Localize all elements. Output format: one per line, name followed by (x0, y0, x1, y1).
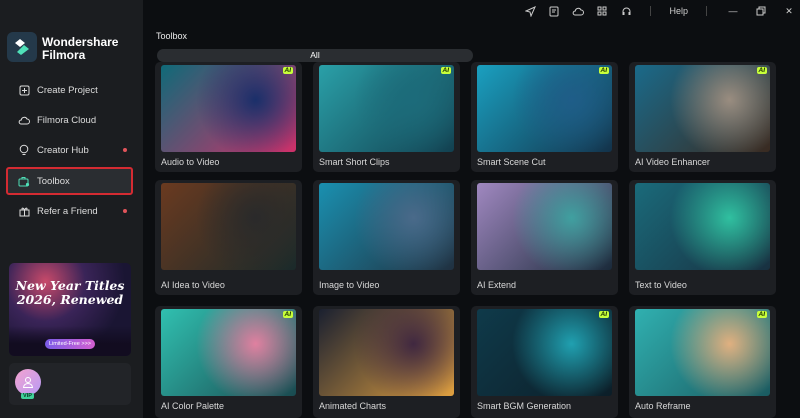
filmora-logo-icon (7, 32, 37, 62)
tool-card[interactable]: AI Smart Scene Cut (471, 62, 618, 172)
brand-line2: Filmora (42, 48, 86, 62)
tool-label: AI Video Enhancer (635, 157, 710, 167)
sidebar-item-create-project[interactable]: Create Project (6, 76, 133, 104)
tool-card[interactable]: AI AI Video Enhancer (629, 62, 776, 172)
tool-thumbnail: AI (319, 65, 454, 152)
tool-card[interactable]: AI Extend (471, 180, 618, 295)
sidebar-item-filmora-cloud[interactable]: Filmora Cloud (6, 106, 133, 134)
tool-label: Auto Reframe (635, 401, 691, 411)
sidebar-item-creator-hub[interactable]: Creator Hub (6, 136, 133, 164)
tool-thumbnail (635, 183, 770, 270)
sidebar-item-label: Filmora Cloud (37, 114, 97, 126)
sidebar-item-toolbox[interactable]: Toolbox (6, 167, 133, 195)
send-icon[interactable] (523, 4, 537, 18)
tool-card[interactable]: AI Smart Short Clips (313, 62, 460, 172)
sidebar-item-label: Creator Hub (37, 144, 89, 156)
tool-thumbnail (161, 183, 296, 270)
promo-title: New Year Titles 2026, Renewed (9, 279, 131, 307)
brand-name: Wondershare Filmora (42, 36, 118, 62)
tool-label: Animated Charts (319, 401, 387, 411)
tool-label: Text to Video (635, 280, 687, 290)
tool-card[interactable]: Text to Video (629, 180, 776, 295)
sidebar-item-label: Refer a Friend (37, 205, 98, 217)
tool-thumbnail: AI (477, 65, 612, 152)
user-panel[interactable]: VIP (9, 363, 131, 405)
promo-title-line2: 2026, Renewed (16, 292, 124, 307)
bulb-icon (18, 144, 30, 156)
tool-card[interactable]: AI Smart BGM Generation (471, 306, 618, 418)
tool-thumbnail: AI (161, 309, 296, 396)
tool-card[interactable]: Animated Charts (313, 306, 460, 418)
close-icon[interactable]: ✕ (782, 4, 796, 18)
toolbox-icon (18, 175, 30, 187)
ai-badge: AI (756, 311, 767, 318)
promo-banner[interactable]: New Year Titles 2026, Renewed Limited-Fre… (9, 263, 131, 356)
tool-label: Audio to Video (161, 157, 220, 167)
tab-all[interactable]: All (157, 49, 473, 62)
notification-dot (123, 148, 127, 152)
sidebar-item-label: Create Project (37, 84, 98, 96)
tool-label: AI Extend (477, 280, 517, 290)
top-bar: Help — ✕ (518, 4, 800, 18)
apps-grid-icon[interactable] (595, 4, 609, 18)
tool-card[interactable]: Image to Video (313, 180, 460, 295)
gift-icon (18, 205, 30, 217)
tool-thumbnail (319, 183, 454, 270)
tool-card[interactable]: AI Audio to Video (155, 62, 302, 172)
tool-label: Smart Scene Cut (477, 157, 546, 167)
divider (650, 6, 652, 16)
restore-icon[interactable] (754, 4, 768, 18)
ai-badge: AI (282, 67, 293, 74)
tool-thumbnail: AI (477, 309, 612, 396)
tool-thumbnail (319, 309, 454, 396)
notification-dot (123, 209, 127, 213)
tool-label: AI Idea to Video (161, 280, 225, 290)
headset-support-icon[interactable] (619, 4, 633, 18)
tool-thumbnail (477, 183, 612, 270)
plus-square-icon (18, 84, 30, 96)
vip-badge: VIP (21, 393, 34, 399)
user-icon (22, 377, 34, 388)
cloud-upload-icon[interactable] (571, 4, 585, 18)
tool-thumbnail: AI (635, 65, 770, 152)
ai-badge: AI (598, 67, 609, 74)
tool-label: AI Color Palette (161, 401, 225, 411)
help-menu[interactable]: Help (669, 6, 688, 16)
tool-label: Image to Video (319, 280, 380, 290)
ai-badge: AI (282, 311, 293, 318)
tool-card[interactable]: AI AI Color Palette (155, 306, 302, 418)
ai-badge: AI (756, 67, 767, 74)
cloud-icon (18, 114, 30, 126)
page-title: Toolbox (156, 31, 188, 41)
tool-thumbnail: AI (161, 65, 296, 152)
task-list-icon[interactable] (547, 4, 561, 18)
ai-badge: AI (598, 311, 609, 318)
ai-badge: AI (440, 67, 451, 74)
avatar[interactable] (15, 369, 41, 395)
divider (706, 6, 707, 16)
promo-title-line1: New Year Titles (15, 278, 125, 293)
tool-thumbnail: AI (635, 309, 770, 396)
sidebar-item-label: Toolbox (37, 175, 70, 187)
promo-limited-free-button[interactable]: Limited-Free >>> (45, 339, 95, 349)
sidebar: Wondershare Filmora Create Project Filmor… (0, 0, 143, 418)
tool-card[interactable]: AI Auto Reframe (629, 306, 776, 418)
tool-card[interactable]: AI Idea to Video (155, 180, 302, 295)
tool-label: Smart BGM Generation (477, 401, 572, 411)
tool-label: Smart Short Clips (319, 157, 390, 167)
minimize-icon[interactable]: — (726, 4, 740, 18)
sidebar-item-refer-a-friend[interactable]: Refer a Friend (6, 197, 133, 225)
